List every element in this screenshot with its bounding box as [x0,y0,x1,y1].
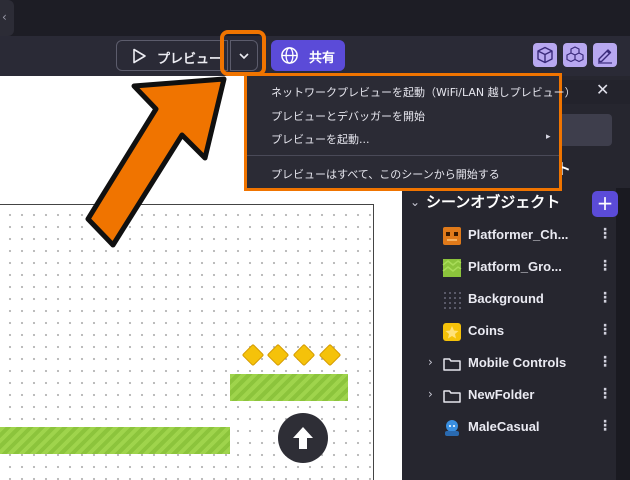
chevron-down-icon: ⌄ [410,195,421,209]
object-name: Platform_Gro... [468,259,562,274]
more-options-icon[interactable]: ⋮ [598,354,612,370]
platform-left[interactable] [0,427,230,454]
object-row[interactable]: Coins ⋮ [402,316,616,348]
jump-button[interactable] [278,413,328,463]
object-row[interactable]: › Mobile Controls ⋮ [402,348,616,380]
arrow-up-icon [293,427,313,449]
share-button[interactable]: 共有 [271,40,345,71]
menu-separator [247,155,559,156]
dots-grid-icon [444,292,461,309]
more-options-icon[interactable]: ⋮ [598,386,612,402]
more-options-icon[interactable]: ⋮ [598,418,612,434]
scene-objects-title: シーンオブジェクト [426,193,561,211]
character-icon [443,227,461,245]
more-options-icon[interactable]: ⋮ [598,226,612,242]
menu-item-start-from-this-scene[interactable]: プレビューはすべて、このシーンから開始する [271,166,500,182]
chevron-right-icon[interactable]: › [428,387,433,401]
tab-scroll-left[interactable]: ‹ [0,0,14,36]
object-name: Background [468,291,544,306]
object-row[interactable]: Background ⋮ [402,284,616,316]
window-top-strip [0,0,630,36]
edit-icon[interactable] [593,43,617,67]
globe-icon [281,47,298,64]
preview-label: プレビュー [157,52,223,67]
object-name: Mobile Controls [468,355,567,370]
object-row[interactable]: Platformer_Ch... ⋮ [402,220,616,252]
menu-item-preview-with-debugger[interactable]: プレビューとデバッガーを開始 [271,108,425,124]
play-icon [133,48,146,64]
menu-item-network-preview[interactable]: ネットワークプレビューを起動（WiFi/LAN 越しプレビュー） [271,84,576,100]
dropdown-highlight-box [220,30,266,76]
chevron-left-icon: ‹ [2,10,7,24]
object-name: MaleCasual [468,419,540,434]
close-icon[interactable]: ✕ [596,80,612,100]
object-name: Platformer_Ch... [468,227,569,242]
cubes-icon[interactable] [563,43,587,67]
folder-icon [443,358,461,371]
object-row[interactable]: MaleCasual ⋮ [402,412,616,444]
menu-item-launch-preview[interactable]: プレビューを起動... [271,131,370,147]
more-options-icon[interactable]: ⋮ [598,290,612,306]
preview-options-menu: ネットワークプレビューを起動（WiFi/LAN 越しプレビュー） プレビューとデ… [244,73,576,191]
add-object-button[interactable]: + [592,191,618,217]
object-row[interactable]: › NewFolder ⋮ [402,380,616,412]
avatar-icon [445,420,459,436]
cube-icon[interactable] [533,43,557,67]
coin-icon [443,323,461,341]
chevron-right-icon[interactable]: › [428,355,433,369]
folder-icon [443,390,461,403]
share-label: 共有 [309,51,336,66]
more-options-icon[interactable]: ⋮ [598,322,612,338]
preview-button[interactable]: プレビュー [116,40,228,71]
scene-objects-header[interactable]: ⌄ シーンオブジェクト [402,188,616,218]
grass-tile-icon [442,259,462,277]
object-row[interactable]: Platform_Gro... ⋮ [402,252,616,284]
submenu-arrow-icon: ▸ [546,132,551,142]
panel-scrollbar[interactable] [616,188,630,480]
annotation-arrow-icon [85,76,227,248]
platform-right[interactable] [230,374,348,401]
more-options-icon[interactable]: ⋮ [598,258,612,274]
object-name: Coins [468,323,505,338]
object-name: NewFolder [468,387,535,402]
